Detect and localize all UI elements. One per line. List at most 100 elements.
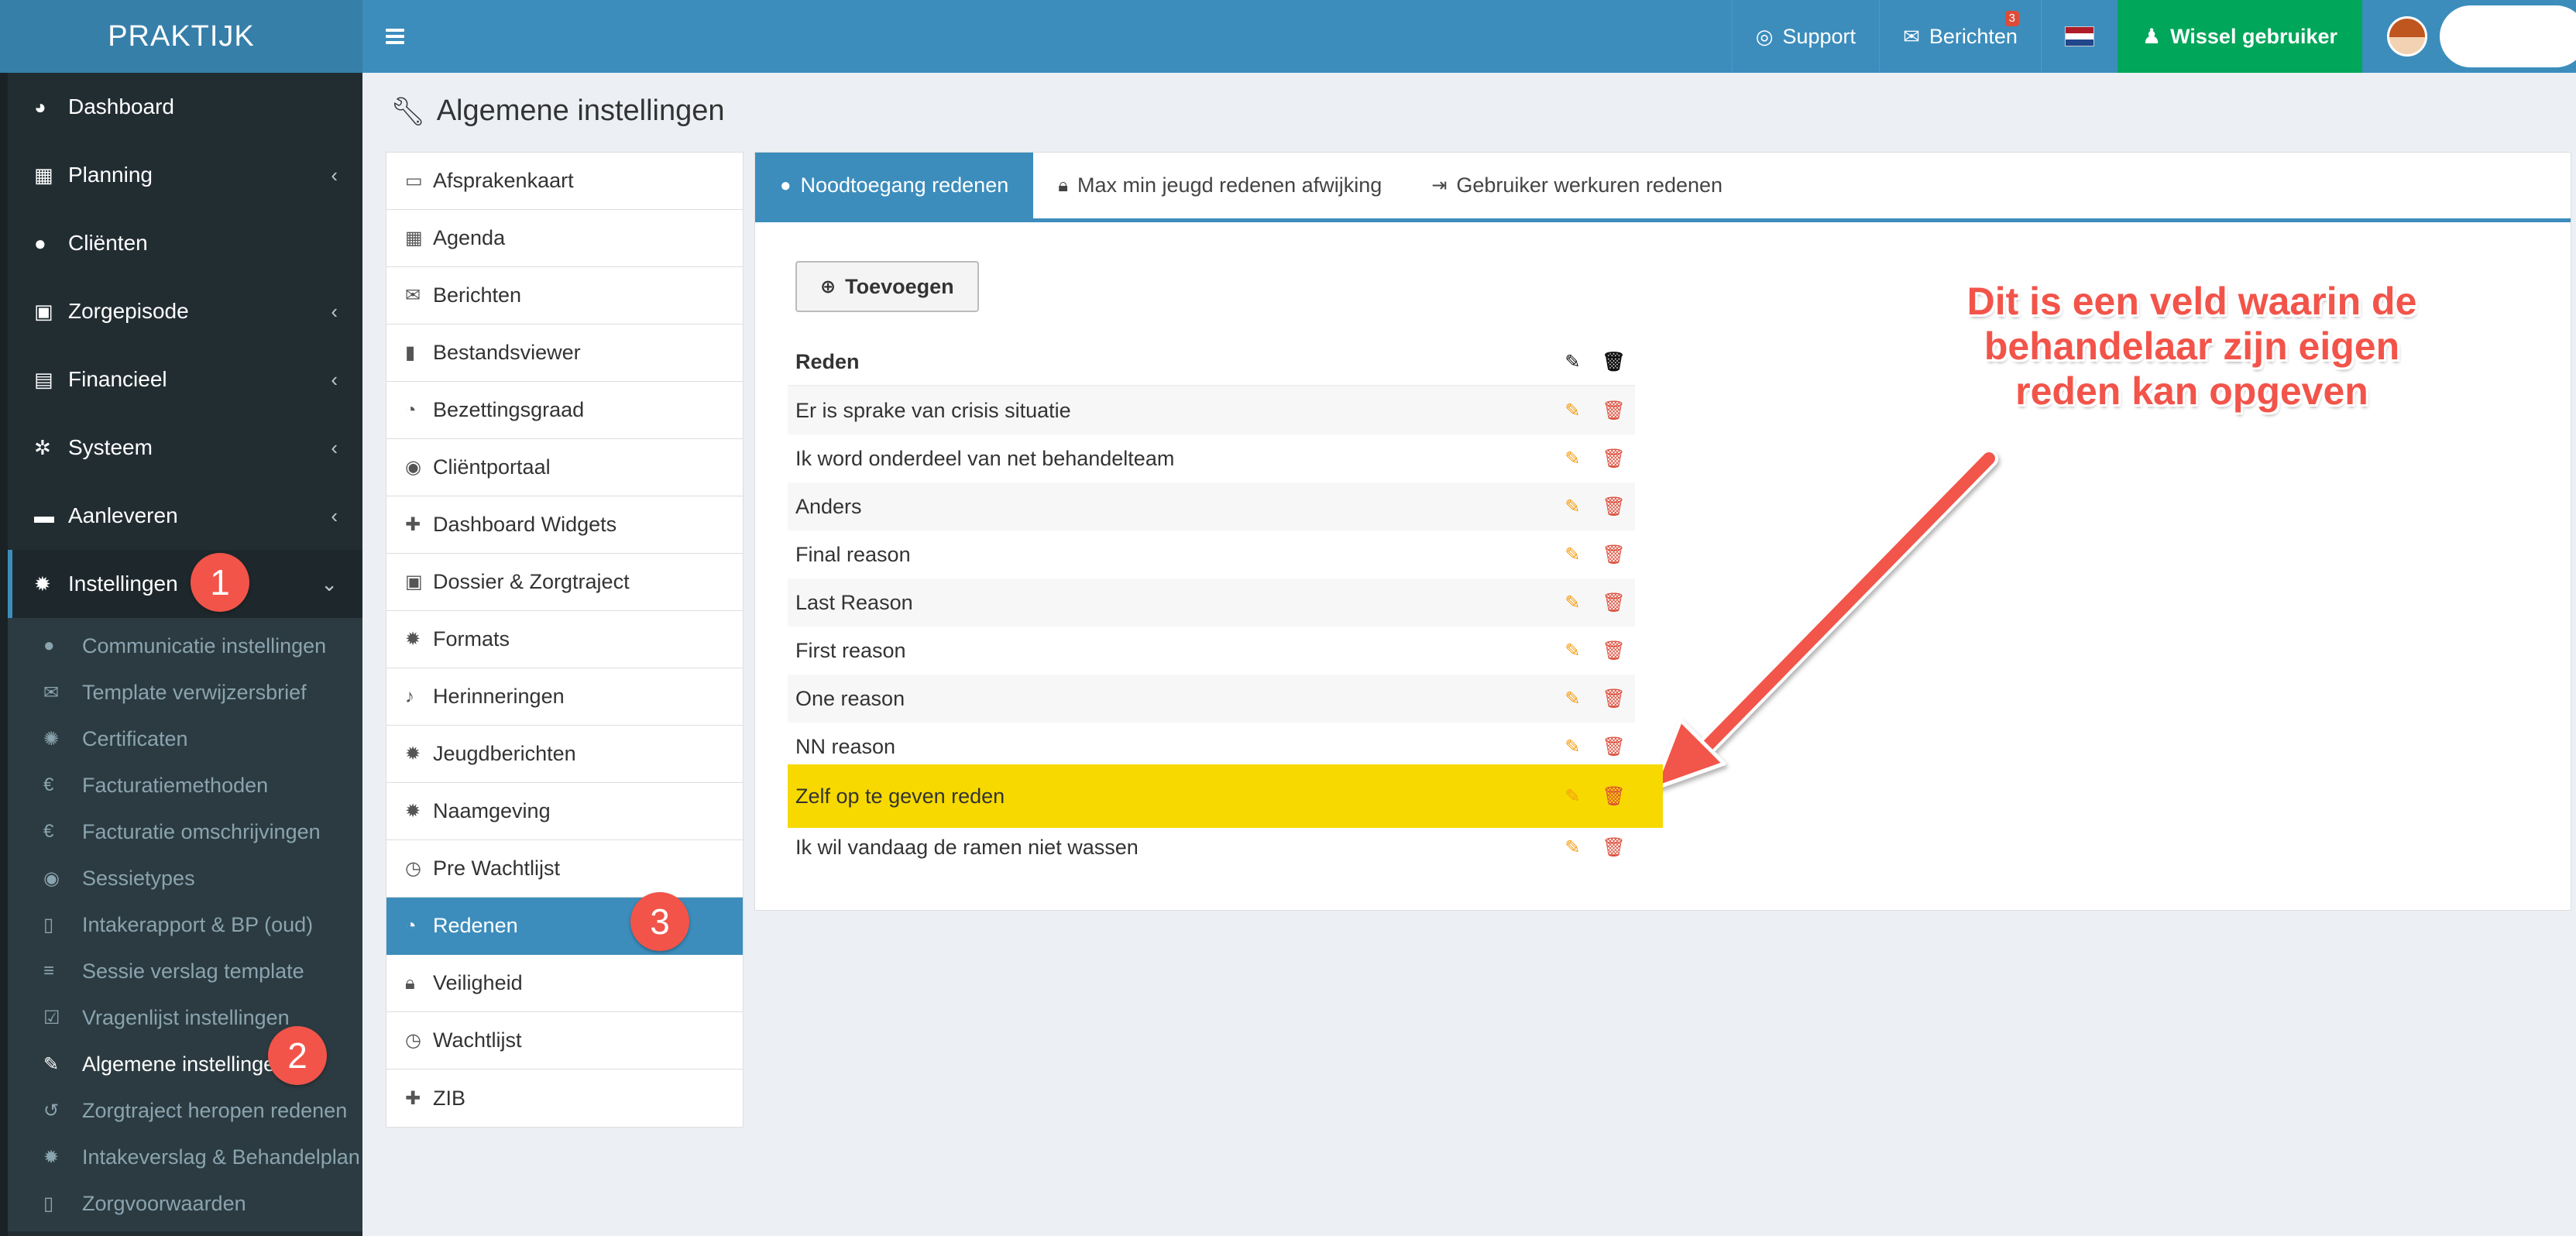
file-pdf-icon: ▯ <box>43 1193 54 1214</box>
edit-icon[interactable]: ✎ <box>1564 688 1580 710</box>
settings-item-redenen[interactable]: ◔ Redenen <box>386 898 743 955</box>
tab-max-min-jeugd[interactable]: 🔒︎ Max min jeugd redenen afwijking <box>1033 153 1406 218</box>
edit-icon[interactable]: ✎ <box>1564 785 1580 808</box>
reasons-tabs: ● Noodtoegang redenen 🔒︎ Max min jeugd r… <box>755 153 2571 222</box>
settings-item-herinneringen[interactable]: ♪ Herinneringen <box>386 668 743 726</box>
settings-item-afsprakenkaart[interactable]: ▭ Afsprakenkaart <box>386 153 743 210</box>
tab-gebruiker-werkuren[interactable]: ⇥ Gebruiker werkuren redenen <box>1406 153 1747 218</box>
check-square-icon: ☑ <box>43 1007 60 1028</box>
edit-icon[interactable]: ✎ <box>1564 544 1580 566</box>
submenu-item-intakeverslag[interactable]: ✹ Intakeverslag & Behandelplan <box>8 1134 362 1180</box>
delete-icon[interactable]: 🗑︎ <box>1602 736 1626 758</box>
user-icon: ● <box>34 231 46 255</box>
app-logo[interactable]: PRAKTIJK <box>0 0 362 73</box>
delete-icon[interactable]: 🗑︎ <box>1602 496 1626 518</box>
settings-item-veiligheid[interactable]: 🔒︎ Veiligheid <box>386 955 743 1012</box>
sidebar-item-dashboard[interactable]: ◕ Dashboard <box>8 73 362 141</box>
sidebar-item-clienten[interactable]: ● Cliënten <box>8 209 362 277</box>
edit-icon[interactable]: ✎ <box>1564 496 1580 518</box>
reasons-panel: ● Noodtoegang redenen 🔒︎ Max min jeugd r… <box>754 152 2571 911</box>
submenu-item-facturatiemethoden[interactable]: € Facturatiemethoden <box>8 762 362 809</box>
submenu-item-intakerapport[interactable]: ▯ Intakerapport & BP (oud) <box>8 901 362 948</box>
submenu-item-zorgtraject-heropen[interactable]: ↺ Zorgtraject heropen redenen <box>8 1087 362 1134</box>
column-header-reden: Reden <box>795 349 860 373</box>
delete-icon[interactable]: 🗑︎ <box>1602 448 1626 470</box>
settings-item-label: Agenda <box>433 226 506 249</box>
life-ring-icon: ◎ <box>1755 24 1774 48</box>
sidebar-item-instellingen[interactable]: ✹ Instellingen ⌄ <box>8 550 362 618</box>
settings-item-naamgeving[interactable]: ✹ Naamgeving <box>386 783 743 840</box>
settings-item-pre-wachtlijst[interactable]: ◷ Pre Wachtlijst <box>386 840 743 898</box>
submenu-item-label: Facturatie omschrijvingen <box>82 819 321 843</box>
submenu-item-sessietypes[interactable]: ◉ Sessietypes <box>8 855 362 901</box>
edit-icon[interactable]: ✎ <box>1564 448 1580 470</box>
edit-icon[interactable]: ✎ <box>1564 640 1580 662</box>
language-switcher[interactable] <box>2040 0 2117 73</box>
book-icon: ▤ <box>34 367 53 391</box>
settings-item-dashboard-widgets[interactable]: ✚ Dashboard Widgets <box>386 496 743 554</box>
submenu-item-communicatie[interactable]: ● Communicatie instellingen <box>8 623 362 669</box>
delete-icon[interactable]: 🗑︎ <box>1602 400 1626 422</box>
settings-item-wachtlijst[interactable]: ◷ Wachtlijst <box>386 1012 743 1069</box>
sidebar-item-label: Systeem <box>68 435 153 459</box>
chevron-left-icon: ‹ <box>331 163 338 187</box>
medkit-icon: ▣ <box>405 572 423 592</box>
settings-item-formats[interactable]: ✹ Formats <box>386 611 743 668</box>
submenu-item-certificaten[interactable]: ✺ Certificaten <box>8 716 362 762</box>
submenu-item-template-verwijzersbrief[interactable]: ✉ Template verwijzersbrief <box>8 669 362 716</box>
sidebar-item-zorgepisode[interactable]: ▣ Zorgepisode ‹ <box>8 277 362 345</box>
sidebar-item-financieel[interactable]: ▤ Financieel ‹ <box>8 345 362 414</box>
settings-item-bestandsviewer[interactable]: ▮ Bestandsviewer <box>386 324 743 382</box>
delete-icon[interactable]: 🗑︎ <box>1602 836 1626 859</box>
sidebar-toggle-button[interactable] <box>362 0 428 73</box>
reason-text: Zelf op te geven reden <box>795 784 1005 808</box>
add-reason-button[interactable]: ⊕ Toevoegen <box>795 261 979 312</box>
submenu-item-label: Zorgtraject heropen redenen <box>82 1098 348 1122</box>
cogs-icon: ✲ <box>34 435 51 459</box>
submenu-item-facturatie-omschrijvingen[interactable]: € Facturatie omschrijvingen <box>8 809 362 855</box>
settings-item-zib[interactable]: ✚ ZIB <box>386 1069 743 1127</box>
settings-category-list: ▭ Afsprakenkaart ▦ Agenda ✉ Berichten ▮ Best… <box>386 152 744 1128</box>
gear-icon: ✹ <box>405 743 421 764</box>
submenu-item-label: Sessie verslag template <box>82 959 304 983</box>
edit-icon[interactable]: ✎ <box>1564 400 1580 422</box>
settings-item-jeugdberichten[interactable]: ✹ Jeugdberichten <box>386 726 743 783</box>
delete-icon[interactable]: 🗑︎ <box>1602 785 1626 808</box>
settings-item-label: Redenen <box>433 914 518 937</box>
settings-item-agenda[interactable]: ▦ Agenda <box>386 210 743 267</box>
settings-item-bezettingsgraad[interactable]: ◔ Bezettingsgraad <box>386 382 743 439</box>
edit-icon[interactable]: ✎ <box>1564 592 1580 614</box>
user-menu[interactable] <box>2362 0 2576 73</box>
annotation-line: Dit is een veld waarin de <box>1966 280 2417 323</box>
annotation-marker-2: 2 <box>268 1026 327 1085</box>
switch-user-button[interactable]: ♟ Wissel gebruiker <box>2117 0 2362 73</box>
delete-icon[interactable]: 🗑︎ <box>1602 592 1626 614</box>
table-header: Reden ✎ 🗑︎ <box>788 338 1635 386</box>
submenu-item-label: Vragenlijst instellingen <box>82 1005 290 1029</box>
settings-item-label: Jeugdberichten <box>433 742 576 765</box>
messages-link[interactable]: ✉ Berichten 3 <box>1879 0 2041 73</box>
tab-noodtoegang-redenen[interactable]: ● Noodtoegang redenen <box>755 153 1034 218</box>
sidebar-item-planning[interactable]: ▦ Planning ‹ <box>8 141 362 209</box>
submenu-item-sessie-verslag[interactable]: ≡ Sessie verslag template <box>8 948 362 994</box>
submenu-item-label: Communicatie instellingen <box>82 633 327 657</box>
delete-icon[interactable]: 🗑︎ <box>1602 544 1626 566</box>
settings-item-berichten[interactable]: ✉ Berichten <box>386 267 743 324</box>
settings-item-label: ZIB <box>433 1086 466 1110</box>
sidebar-item-aanleveren[interactable]: ▬ Aanleveren ‹ <box>8 482 362 550</box>
delete-icon[interactable]: 🗑︎ <box>1602 640 1626 662</box>
sidebar-item-systeem[interactable]: ✲ Systeem ‹ <box>8 414 362 482</box>
support-link[interactable]: ◎ Support <box>1731 0 1879 73</box>
pencil-icon: ✎ <box>1564 351 1581 373</box>
edit-icon[interactable]: ✎ <box>1564 836 1580 859</box>
settings-item-clientportaal[interactable]: ◉ Cliëntportaal <box>386 439 743 496</box>
lock-icon: 🔒︎ <box>405 972 415 994</box>
sidebar-item-label: Dashboard <box>68 94 174 118</box>
sidebar-item-label: Cliënten <box>68 231 148 255</box>
settings-item-label: Berichten <box>433 283 522 307</box>
delete-icon[interactable]: 🗑︎ <box>1602 688 1626 710</box>
table-row: One reason ✎ 🗑︎ <box>788 675 1635 723</box>
edit-icon[interactable]: ✎ <box>1564 736 1580 758</box>
submenu-item-zorgvoorwaarden[interactable]: ▯ Zorgvoorwaarden <box>8 1180 362 1227</box>
settings-item-dossier-zorgtraject[interactable]: ▣ Dossier & Zorgtraject <box>386 554 743 611</box>
